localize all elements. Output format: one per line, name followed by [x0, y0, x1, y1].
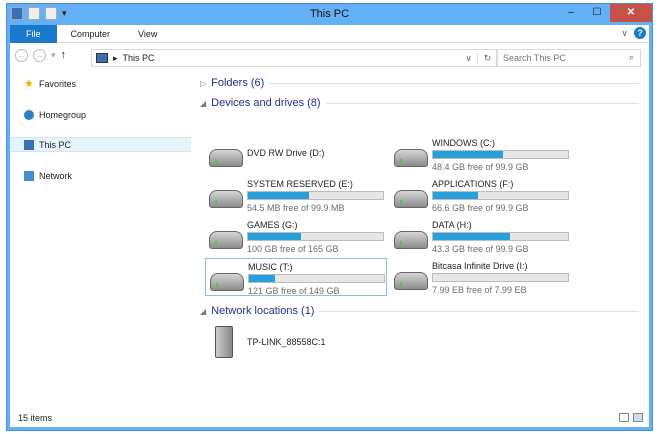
chevron-down-icon[interactable]: ◢ [200, 307, 206, 316]
search-icon[interactable]: ⌕ [629, 52, 634, 63]
drive-item[interactable]: APPLICATIONS (F:) 66.6 GB free of 99.9 GB [390, 176, 572, 214]
chevron-down-icon[interactable]: ◢ [200, 99, 206, 108]
hard-drive-icon [210, 273, 244, 291]
router-icon [215, 326, 233, 358]
drive-usage-bar [432, 191, 569, 200]
explorer-window: ▾ This PC ‒ ☐ ✕ File Computer View ∨ ? ←… [6, 3, 653, 431]
up-button[interactable]: ↑ [61, 49, 67, 61]
drive-name: APPLICATIONS (F:) [432, 179, 514, 189]
sidebar-item-label: Homegroup [39, 109, 87, 120]
drive-name: Bitcasa Infinite Drive (I:) [432, 261, 528, 271]
drive-item[interactable]: DVD RW Drive (D:) [205, 135, 387, 173]
expand-ribbon-icon[interactable]: ∨ [621, 28, 628, 39]
address-bar[interactable]: ▸ This PC ∨ ↻ [91, 49, 498, 67]
drive-usage-fill [249, 275, 275, 282]
search-placeholder: Search This PC [503, 53, 566, 63]
network-location-item[interactable]: TP-LINK_88558C:1 [205, 324, 387, 362]
drive-free-space: 66.6 GB free of 99.9 GB [432, 203, 529, 213]
breadcrumb-this-pc[interactable]: This PC [123, 53, 155, 63]
group-heading: Devices and drives (8) [211, 97, 321, 109]
chevron-right-icon[interactable]: ▷ [200, 79, 206, 88]
computer-icon [96, 53, 108, 63]
dvd-drive-icon [209, 149, 243, 167]
group-heading: Network locations (1) [211, 305, 315, 317]
drive-name: DATA (H:) [432, 220, 472, 230]
group-folders[interactable]: ▷ Folders (6) [200, 77, 639, 89]
computer-icon [24, 139, 34, 150]
drive-usage-fill [433, 192, 478, 199]
details-view-icon[interactable] [619, 413, 629, 422]
drive-item[interactable]: Bitcasa Infinite Drive (I:) 7.99 EB free … [390, 258, 572, 296]
refresh-icon[interactable]: ↻ [477, 52, 497, 64]
drive-name: MUSIC (T:) [248, 262, 293, 272]
breadcrumb-separator[interactable]: ▸ [113, 53, 118, 64]
drive-free-space: 100 GB free of 165 GB [247, 244, 339, 254]
sidebar-item-network[interactable]: Network [10, 168, 191, 183]
hard-drive-icon [209, 231, 243, 249]
status-bar: 15 items [10, 409, 649, 427]
drive-free-space: 54.5 MB free of 99.9 MB [247, 203, 345, 213]
drive-name: SYSTEM RESERVED (E:) [247, 179, 353, 189]
help-icon[interactable]: ? [634, 27, 646, 39]
drive-usage-fill [248, 233, 301, 240]
star-icon: ★ [24, 77, 34, 90]
close-button[interactable]: ✕ [610, 4, 652, 22]
hard-drive-icon [394, 231, 428, 249]
drive-item[interactable]: WINDOWS (C:) 48.4 GB free of 99.9 GB [390, 135, 572, 173]
drive-usage-bar [247, 232, 384, 241]
drive-usage-bar [432, 232, 569, 241]
drive-usage-bar [432, 150, 569, 159]
recent-locations-icon[interactable]: ▾ [51, 50, 56, 61]
large-icons-view-icon[interactable] [633, 413, 643, 422]
hard-drive-icon [394, 272, 428, 290]
drive-usage-fill [248, 192, 309, 199]
drive-free-space: 43.3 GB free of 99.9 GB [432, 244, 529, 254]
navigation-pane: ★ Favorites Homegroup This PC Network [10, 72, 191, 409]
sidebar-item-label: This PC [39, 139, 72, 150]
drive-item[interactable]: MUSIC (T:) 121 GB free of 149 GB [205, 258, 387, 296]
drive-usage-bar [248, 274, 385, 283]
title-bar: ▾ This PC ‒ ☐ ✕ [7, 4, 652, 25]
drive-name: DVD RW Drive (D:) [247, 148, 325, 158]
search-input[interactable]: Search This PC ⌕ [496, 49, 641, 67]
minimize-button[interactable]: ‒ [558, 4, 584, 22]
tab-view[interactable]: View [124, 25, 171, 43]
window-title: This PC [309, 8, 350, 20]
group-devices[interactable]: ◢ Devices and drives (8) [200, 97, 639, 109]
hard-drive-icon [394, 149, 428, 167]
tab-computer[interactable]: Computer [57, 25, 125, 43]
address-dropdown-icon[interactable]: ∨ [465, 53, 472, 64]
drive-usage-bar [432, 273, 569, 282]
hard-drive-icon [394, 190, 428, 208]
sidebar-item-homegroup[interactable]: Homegroup [10, 107, 191, 122]
sidebar-item-favorites[interactable]: ★ Favorites [10, 76, 191, 91]
homegroup-icon [24, 109, 34, 120]
drive-free-space: 121 GB free of 149 GB [248, 286, 340, 296]
drive-usage-fill [433, 151, 504, 158]
drive-name: GAMES (G:) [247, 220, 298, 230]
drive-usage-fill [433, 233, 510, 240]
group-network-locations[interactable]: ◢ Network locations (1) [200, 305, 639, 317]
network-location-name: TP-LINK_88558C:1 [247, 337, 326, 347]
drive-item[interactable]: DATA (H:) 43.3 GB free of 99.9 GB [390, 217, 572, 255]
drive-item[interactable]: SYSTEM RESERVED (E:) 54.5 MB free of 99.9… [205, 176, 387, 214]
ribbon: File Computer View ∨ ? [10, 24, 649, 43]
forward-button[interactable]: → [33, 48, 46, 62]
drive-usage-bar [247, 191, 384, 200]
hard-drive-icon [209, 190, 243, 208]
sidebar-item-label: Favorites [39, 78, 77, 89]
back-button[interactable]: ← [15, 48, 28, 62]
drive-free-space: 7.99 EB free of 7.99 EB [432, 285, 527, 295]
network-icon [24, 170, 34, 181]
sidebar-item-label: Network [39, 170, 73, 181]
drive-item[interactable]: GAMES (G:) 100 GB free of 165 GB [205, 217, 387, 255]
drive-free-space: 48.4 GB free of 99.9 GB [432, 162, 529, 172]
tab-file[interactable]: File [10, 24, 57, 43]
maximize-button[interactable]: ☐ [584, 4, 610, 22]
group-heading: Folders (6) [211, 77, 265, 89]
drive-name: WINDOWS (C:) [432, 138, 495, 148]
content-pane: ▷ Folders (6) ◢ Devices and drives (8) DVD… [200, 72, 649, 409]
sidebar-item-this-pc[interactable]: This PC [10, 137, 191, 152]
item-count: 15 items [18, 413, 53, 423]
